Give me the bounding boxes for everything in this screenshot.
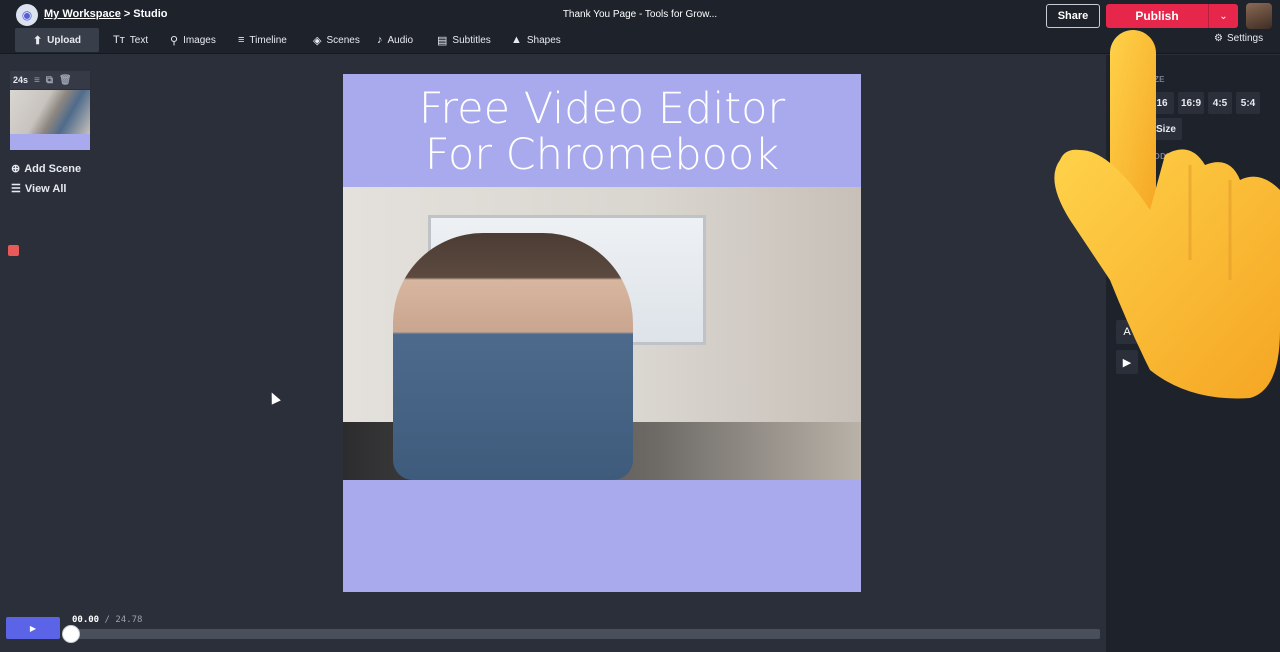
share-button[interactable]: Share (1046, 4, 1100, 28)
scenes-tool[interactable]: ◈ Scenes (313, 28, 360, 52)
audio-tool[interactable]: ♪ Audio (377, 28, 413, 52)
shapes-tool[interactable]: ▲ Shapes (511, 28, 561, 52)
add-scene-label: Add Scene (24, 162, 82, 175)
timeline-tool[interactable]: ≡ Timeline (238, 28, 287, 52)
publish-button[interactable]: Publish (1106, 4, 1208, 28)
mouse-cursor-icon (267, 390, 281, 405)
shapes-tool-label: Shapes (526, 34, 561, 46)
text-icon: Tт (113, 34, 125, 46)
play-button[interactable]: ▶ (6, 617, 60, 639)
upload-button[interactable]: ⬆ Upload (15, 28, 99, 52)
time-separator: / (104, 615, 110, 625)
play-icon: ▶ (29, 623, 37, 633)
list-icon: ☰ (11, 183, 21, 195)
view-all-button[interactable]: ☰ View All (11, 182, 67, 196)
scenes-tool-label: Scenes (326, 34, 360, 46)
images-tool-label: Images (183, 34, 216, 46)
text-tool[interactable]: Tт Text (113, 28, 148, 52)
scene-thumbnail-video (10, 90, 90, 134)
music-note-icon: ♪ (377, 34, 383, 46)
person-image (393, 233, 633, 480)
record-button[interactable] (8, 245, 19, 256)
duplicate-icon[interactable]: ⧉ (46, 75, 53, 86)
upload-label: Upload (47, 34, 82, 46)
subtitles-tool-label: Subtitles (452, 34, 491, 46)
images-tool[interactable]: ⚲ Images (170, 28, 216, 52)
upload-icon: ⬆ (32, 34, 43, 47)
chevron-down-icon: ⌄ (1219, 10, 1228, 22)
video-canvas[interactable]: Free Video Editor For Chromebook (343, 74, 861, 592)
time-readout: 00.00 / 24.78 (72, 615, 142, 625)
scene-duration: 24s (13, 75, 29, 85)
shapes-icon: ▲ (511, 34, 522, 46)
publish-dropdown-button[interactable]: ⌄ (1208, 4, 1238, 28)
menu-icon[interactable]: ≡ (34, 75, 40, 86)
search-icon: ⚲ (170, 34, 179, 47)
scrub-handle[interactable] (62, 625, 80, 643)
timeline-tool-label: Timeline (249, 34, 287, 46)
video-clip[interactable] (343, 187, 861, 480)
scrub-track[interactable] (72, 629, 1100, 639)
text-tool-label: Text (129, 34, 149, 46)
scene-thumbnail[interactable] (10, 90, 90, 150)
trash-icon[interactable]: 🗑 (59, 75, 72, 86)
layers-icon: ◈ (313, 34, 322, 47)
avatar[interactable] (1246, 3, 1272, 29)
headline-line-1: Free Video Editor (418, 84, 786, 134)
add-scene-button[interactable]: ⊕ Add Scene (11, 162, 82, 176)
view-all-label: View All (24, 182, 67, 195)
pointing-hand-icon (1054, 30, 1280, 399)
total-time: 24.78 (115, 615, 143, 625)
subtitles-tool[interactable]: ▤ Subtitles (437, 28, 491, 52)
plus-circle-icon: ⊕ (11, 163, 21, 175)
scene-header: 24s ≡ ⧉ 🗑 (10, 71, 90, 89)
audio-tool-label: Audio (387, 34, 414, 46)
headline-line-2: For Chromebook (424, 130, 780, 180)
canvas-headline[interactable]: Free Video Editor For Chromebook (343, 86, 861, 178)
timeline-icon: ≡ (238, 34, 245, 46)
current-time: 00.00 (72, 615, 100, 625)
subtitles-icon: ▤ (437, 34, 448, 47)
